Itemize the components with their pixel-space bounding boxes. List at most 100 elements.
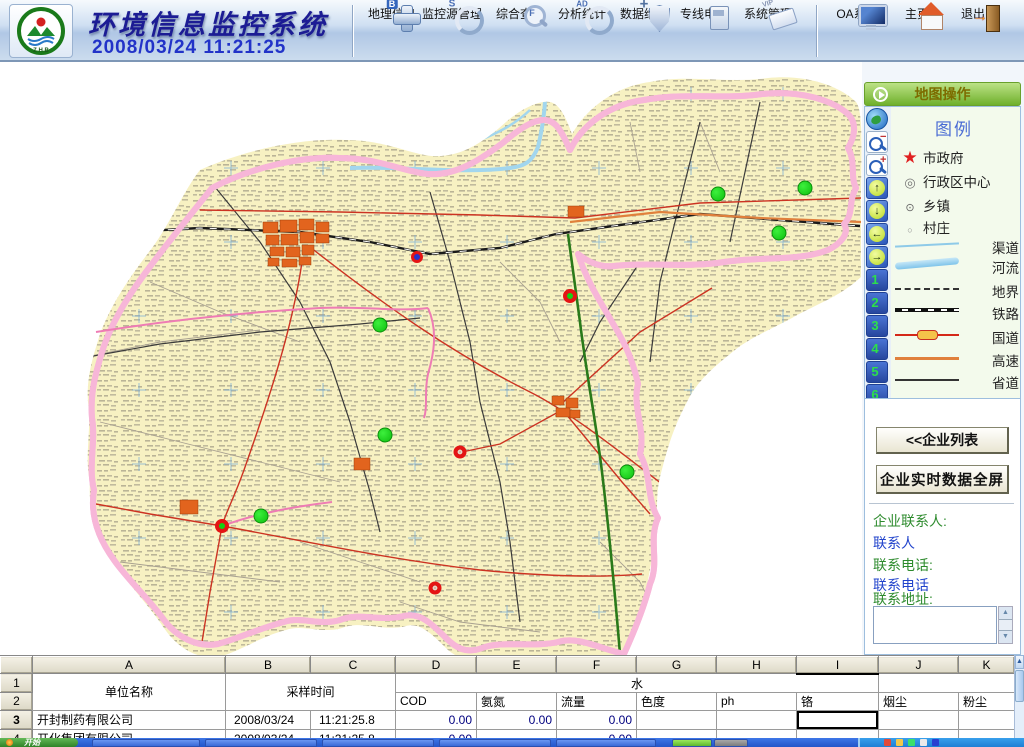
col-header-J[interactable]: J: [879, 657, 959, 674]
map-viewport[interactable]: [0, 62, 862, 655]
address-scrollbar[interactable]: ▲ ▼: [998, 606, 1013, 644]
nh3-value-cell[interactable]: 0.00: [477, 710, 557, 729]
tray-icon[interactable]: [908, 739, 915, 746]
col-header-C[interactable]: C: [311, 657, 396, 674]
param-dust[interactable]: 粉尘: [959, 692, 1015, 710]
sample-time-header-cell[interactable]: 采样时间: [226, 674, 396, 711]
tray-icon[interactable]: [896, 739, 903, 746]
col-header-A[interactable]: A: [33, 657, 226, 674]
empty-cell[interactable]: [879, 729, 959, 738]
sample-time-cell[interactable]: 11:21:25.8: [311, 710, 396, 729]
menu-oa-system[interactable]: OA系统: [828, 4, 886, 22]
water-category-cell[interactable]: 水: [396, 674, 879, 693]
param-smoke[interactable]: 烟尘: [879, 692, 959, 710]
company-name-cell[interactable]: 开化集团有限公司: [33, 729, 226, 738]
menu-statistics[interactable]: AD 分析统计: [552, 4, 612, 22]
empty-cell[interactable]: [959, 710, 1015, 729]
enterprise-marker-blue-ring[interactable]: [411, 251, 423, 263]
tray-icon[interactable]: [932, 739, 939, 746]
flow-value-cell[interactable]: 0.00: [557, 729, 637, 738]
no-data-cell[interactable]: [477, 729, 557, 738]
active-cell-I3[interactable]: [797, 710, 879, 729]
empty-cell[interactable]: [717, 710, 797, 729]
company-name-cell[interactable]: 开封制药有限公司: [33, 710, 226, 729]
empty-cell[interactable]: [879, 710, 959, 729]
param-nh3[interactable]: 氨氮: [477, 692, 557, 710]
zoom-level-4-button[interactable]: 4: [866, 338, 888, 360]
menu-data-maintain[interactable]: + 数据维护: [614, 4, 674, 22]
enterprise-marker-red-ring[interactable]: [454, 446, 467, 459]
enterprise-marker-green[interactable]: [772, 226, 787, 241]
scroll-up-icon[interactable]: ▲: [1015, 655, 1024, 669]
menu-system[interactable]: VIP 系统管理: [736, 4, 800, 22]
col-header-K[interactable]: K: [959, 657, 1015, 674]
enterprise-marker-green[interactable]: [254, 509, 269, 524]
col-header-D[interactable]: D: [396, 657, 477, 674]
contact-address-input[interactable]: [873, 606, 997, 644]
taskbar-window-button[interactable]: [92, 739, 200, 747]
enterprise-marker-green-ring[interactable]: [215, 519, 229, 533]
enterprise-marker-green-ring[interactable]: [563, 289, 577, 303]
pan-left-icon[interactable]: ←: [866, 223, 888, 245]
map-operations-header[interactable]: 地图操作: [864, 82, 1021, 106]
flow-value-cell[interactable]: 0.00: [557, 710, 637, 729]
unit-name-header-cell[interactable]: 单位名称: [33, 674, 226, 711]
start-button[interactable]: 开始: [0, 738, 78, 747]
pan-down-icon[interactable]: ↓: [866, 200, 888, 222]
taskbar-window-button[interactable]: [714, 739, 748, 747]
enterprise-marker-green[interactable]: [373, 318, 388, 333]
full-extent-globe-icon[interactable]: [866, 108, 888, 130]
enterprise-marker-green[interactable]: [711, 187, 726, 202]
grid-corner[interactable]: [1, 657, 33, 674]
col-header-B[interactable]: B: [226, 657, 311, 674]
taskbar-window-button-active[interactable]: [672, 739, 712, 747]
row-header-2[interactable]: 2: [1, 692, 33, 710]
col-header-I[interactable]: I: [797, 657, 879, 674]
zoom-out-icon[interactable]: −: [866, 131, 888, 153]
row-header-1[interactable]: 1: [1, 674, 33, 693]
param-flow[interactable]: 流量: [557, 692, 637, 710]
col-header-G[interactable]: G: [637, 657, 717, 674]
enterprise-list-button[interactable]: <<企业列表: [876, 427, 1009, 454]
enterprise-marker-green[interactable]: [620, 465, 635, 480]
param-cod[interactable]: COD: [396, 692, 477, 710]
menu-hotline[interactable]: 专线电话: [674, 4, 734, 22]
zoom-level-1-button[interactable]: 1: [866, 269, 888, 291]
no-data-cell[interactable]: [637, 729, 717, 738]
contact-person-value[interactable]: 联系人: [873, 533, 915, 553]
empty-cell[interactable]: [797, 729, 879, 738]
sample-date-cell[interactable]: 2008/03/24: [226, 710, 311, 729]
col-header-F[interactable]: F: [557, 657, 637, 674]
taskbar-window-button[interactable]: [556, 739, 656, 747]
zoom-level-5-button[interactable]: 5: [866, 361, 888, 383]
col-header-E[interactable]: E: [477, 657, 557, 674]
menu-monitor-source[interactable]: S 监控源管理: [414, 4, 490, 22]
taskbar-window-button[interactable]: [322, 739, 434, 747]
scroll-up-icon[interactable]: ▲: [999, 607, 1012, 620]
empty-cell[interactable]: [959, 729, 1015, 738]
zoom-level-2-button[interactable]: 2: [866, 292, 888, 314]
taskbar-window-button[interactable]: [205, 739, 317, 747]
grid-vertical-scrollbar[interactable]: ▲: [1014, 655, 1024, 738]
tray-icon[interactable]: [884, 739, 891, 746]
taskbar-window-button[interactable]: [439, 739, 551, 747]
enterprise-marker-red-ring[interactable]: [429, 582, 442, 595]
enterprise-marker-green[interactable]: [798, 181, 813, 196]
realtime-fullscreen-button[interactable]: 企业实时数据全屏: [876, 465, 1009, 494]
scroll-down-icon[interactable]: ▼: [999, 630, 1012, 643]
sample-date-cell[interactable]: 2008/03/24: [226, 729, 311, 738]
pan-right-icon[interactable]: →: [866, 246, 888, 268]
param-chroma[interactable]: 色度: [637, 692, 717, 710]
empty-cell[interactable]: [717, 729, 797, 738]
pan-up-icon[interactable]: ↑: [866, 177, 888, 199]
col-header-H[interactable]: H: [717, 657, 797, 674]
menu-exit[interactable]: → 退出: [948, 4, 998, 22]
cod-value-cell[interactable]: 0.00: [396, 729, 477, 738]
tray-icon[interactable]: [920, 739, 927, 746]
param-chromium[interactable]: 铬: [797, 692, 879, 710]
no-data-cell[interactable]: [637, 710, 717, 729]
scrollbar-thumb[interactable]: [1015, 670, 1024, 702]
row-header-4[interactable]: 4: [1, 729, 33, 738]
zoom-in-icon[interactable]: +: [866, 154, 888, 176]
zoom-level-3-button[interactable]: 3: [866, 315, 888, 337]
